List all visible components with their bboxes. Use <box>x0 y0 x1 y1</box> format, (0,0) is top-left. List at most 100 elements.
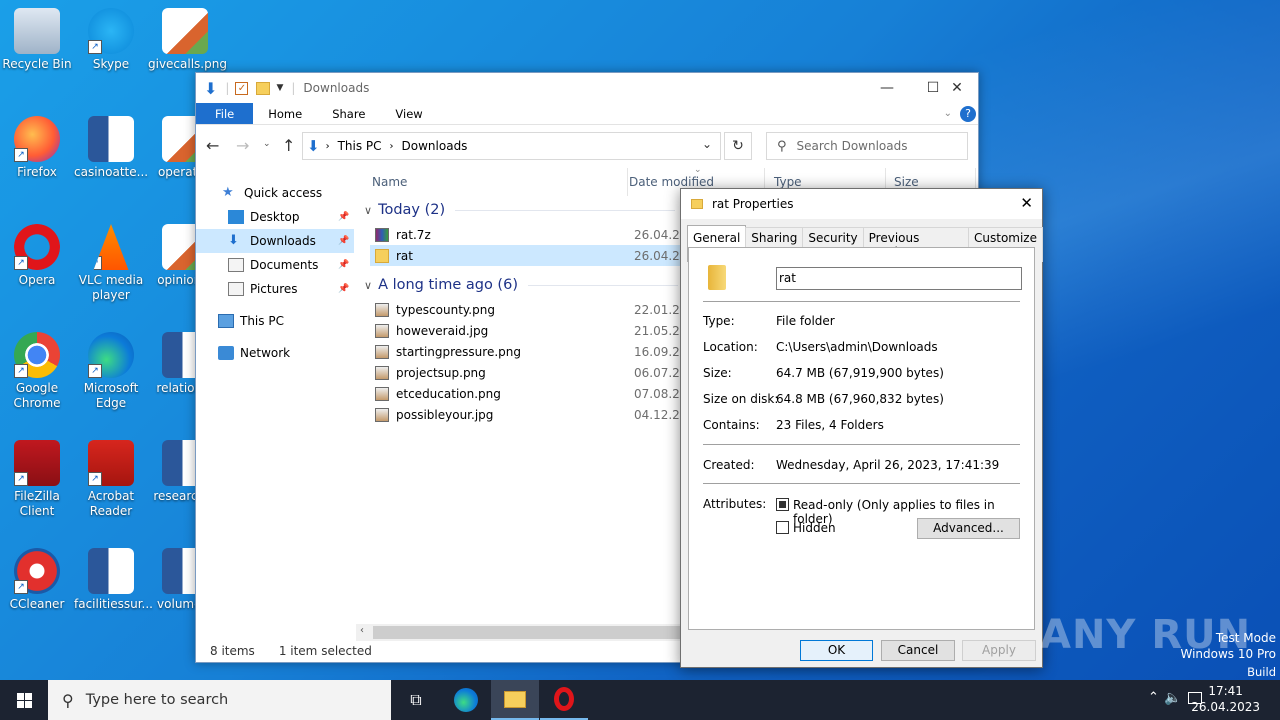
pictures-icon <box>228 282 244 296</box>
task-view-icon: ⧉ <box>410 690 422 709</box>
show-hidden-icons-icon[interactable]: ⌃ <box>1148 690 1159 705</box>
help-icon[interactable]: ? <box>960 106 976 122</box>
nav-item-downloads[interactable]: ⬇ Downloads 📌 <box>196 229 354 253</box>
file-row[interactable]: startingpressure.png 16.09.202 <box>370 341 700 362</box>
taskbar-opera[interactable] <box>540 680 588 720</box>
desktop-icon[interactable]: Recycle Bin <box>0 8 74 72</box>
file-name: rat <box>396 248 413 263</box>
file-row[interactable]: possibleyour.jpg 04.12.201 <box>370 404 700 425</box>
explorer-titlebar[interactable]: ⬇ | ✓ ▼ | Downloads — ☐ ✕ <box>196 73 978 103</box>
desktop-icon[interactable]: ↗ Acrobat Reader <box>74 440 148 519</box>
star-icon: ★ <box>222 185 234 200</box>
pin-icon[interactable]: 📌 <box>338 236 349 246</box>
image-file-icon <box>162 8 208 54</box>
scrollbar-thumb[interactable] <box>373 626 686 639</box>
properties-dialog[interactable]: rat Properties ✕ General Sharing Security P… <box>680 188 1043 668</box>
tab-home[interactable]: Home <box>253 103 317 124</box>
file-row[interactable]: howeveraid.jpg 21.05.202 <box>370 320 700 341</box>
taskbar-search[interactable]: ⚲ Type here to search <box>48 680 391 720</box>
hidden-label[interactable]: Hidden <box>793 521 836 535</box>
nav-item-label: Desktop <box>250 210 300 224</box>
tab-share[interactable]: Share <box>317 103 380 124</box>
desktop-icon[interactable]: givecalls.png <box>148 8 227 72</box>
nav-item-this-pc[interactable]: This PC <box>196 309 354 333</box>
nav-item-documents[interactable]: Documents 📌 <box>196 253 354 277</box>
recent-locations-icon[interactable]: ⌄ <box>263 139 271 149</box>
nav-item-pictures[interactable]: Pictures 📌 <box>196 277 354 301</box>
tab-view[interactable]: View <box>380 103 437 124</box>
column-header-name[interactable]: Name <box>358 168 628 196</box>
address-bar[interactable]: ⬇ › This PC › Downloads ⌄ <box>302 132 721 160</box>
desktop-icon[interactable]: ↗ CCleaner <box>0 548 74 612</box>
word-doc-icon <box>88 116 134 162</box>
desktop-icon[interactable]: casinoatte... <box>74 116 148 180</box>
group-label: Today (2) <box>378 202 446 218</box>
folder-name-field[interactable]: rat <box>776 267 1022 290</box>
nav-item-quick-access[interactable]: ★ Quick access <box>196 181 354 205</box>
cancel-button[interactable]: Cancel <box>881 640 955 661</box>
file-row[interactable]: typescounty.png 22.01.202 <box>370 299 700 320</box>
taskbar-search-placeholder: Type here to search <box>85 692 229 708</box>
collapse-chevron-icon[interactable]: ∨ <box>364 279 372 292</box>
address-dropdown-icon[interactable]: ⌄ <box>702 137 712 151</box>
system-clock[interactable]: 17:41 26.04.2023 <box>1191 683 1260 715</box>
taskbar-file-explorer[interactable] <box>491 680 539 720</box>
pin-icon[interactable]: 📌 <box>338 284 349 294</box>
file-row[interactable]: projectsup.png 06.07.202 <box>370 362 700 383</box>
folder-icon <box>691 199 703 209</box>
refresh-button[interactable]: ↻ <box>724 132 752 160</box>
forward-arrow-icon[interactable]: → <box>236 136 249 155</box>
group-header[interactable]: ∨ A long time ago (6) <box>364 277 678 293</box>
desktop-icon[interactable]: ↗ FileZilla Client <box>0 440 74 519</box>
pin-icon[interactable]: 📌 <box>338 212 349 222</box>
properties-check-icon[interactable]: ✓ <box>235 81 249 95</box>
desktop-icon[interactable]: ↗ Opera <box>0 224 74 288</box>
dialog-close-icon[interactable]: ✕ <box>1020 194 1033 212</box>
tab-file[interactable]: File <box>196 103 254 124</box>
image-file-icon <box>375 407 389 422</box>
expand-ribbon-icon[interactable]: ⌄ <box>944 103 952 124</box>
scroll-left-icon[interactable]: ‹ <box>360 625 364 636</box>
nav-item-desktop[interactable]: Desktop 📌 <box>196 205 354 229</box>
taskbar-edge[interactable] <box>442 680 490 720</box>
up-arrow-icon[interactable]: ↑ <box>282 136 295 155</box>
general-tab-panel: rat Type: File folder Location: C:\Users\ad… <box>688 247 1035 630</box>
minimize-button[interactable]: — <box>864 73 910 103</box>
file-row[interactable]: rat 26.04.202 <box>370 245 700 266</box>
file-row[interactable]: etceducation.png 07.08.201 <box>370 383 700 404</box>
breadcrumb-downloads[interactable]: Downloads <box>402 139 468 153</box>
collapse-chevron-icon[interactable]: ∨ <box>364 204 372 217</box>
pin-icon[interactable]: 📌 <box>338 260 349 270</box>
breadcrumb-this-pc[interactable]: This PC <box>338 139 382 153</box>
separator <box>703 444 1020 445</box>
ok-button[interactable]: OK <box>800 640 873 661</box>
new-folder-icon[interactable] <box>256 81 271 95</box>
desktop-icon[interactable]: facilitiessur... <box>74 548 153 612</box>
horizontal-scrollbar[interactable]: ‹ <box>356 624 686 641</box>
desktop-icon[interactable]: ↗ Microsoft Edge <box>74 332 148 411</box>
desktop-icon[interactable]: ↗ Firefox <box>0 116 74 180</box>
created-value: Wednesday, April 26, 2023, 17:41:39 <box>776 458 1000 472</box>
back-arrow-icon[interactable]: ← <box>206 136 219 155</box>
desktop-icon[interactable]: ↗ Skype <box>74 8 148 72</box>
group-label: A long time ago (6) <box>378 277 518 293</box>
desktop-icon[interactable]: ↗ VLC media player <box>74 224 148 303</box>
volume-icon[interactable]: 🔈 <box>1164 690 1181 706</box>
desktop-icon[interactable]: ↗ Google Chrome <box>0 332 74 411</box>
download-arrow-icon: ⬇ <box>204 78 218 98</box>
nav-item-network[interactable]: Network <box>196 341 354 365</box>
advanced-button[interactable]: Advanced... <box>917 518 1020 539</box>
close-button[interactable]: ✕ <box>934 73 980 103</box>
search-box[interactable]: ⚲ Search Downloads <box>766 132 968 160</box>
group-header[interactable]: ∨ Today (2) <box>364 202 676 218</box>
start-button[interactable] <box>0 680 48 720</box>
task-view-button[interactable]: ⧉ <box>392 680 440 720</box>
apply-button[interactable]: Apply <box>962 640 1036 661</box>
readonly-checkbox[interactable] <box>776 498 789 511</box>
sort-chevron-icon: ⌄ <box>694 165 702 175</box>
file-row[interactable]: rat.7z 26.04.202 <box>370 224 700 245</box>
dialog-titlebar[interactable]: rat Properties ✕ <box>681 189 1042 219</box>
filezilla-icon: ↗ <box>14 440 60 486</box>
quick-access-dropdown-icon[interactable]: ▼ <box>276 83 283 93</box>
hidden-checkbox[interactable] <box>776 521 789 534</box>
